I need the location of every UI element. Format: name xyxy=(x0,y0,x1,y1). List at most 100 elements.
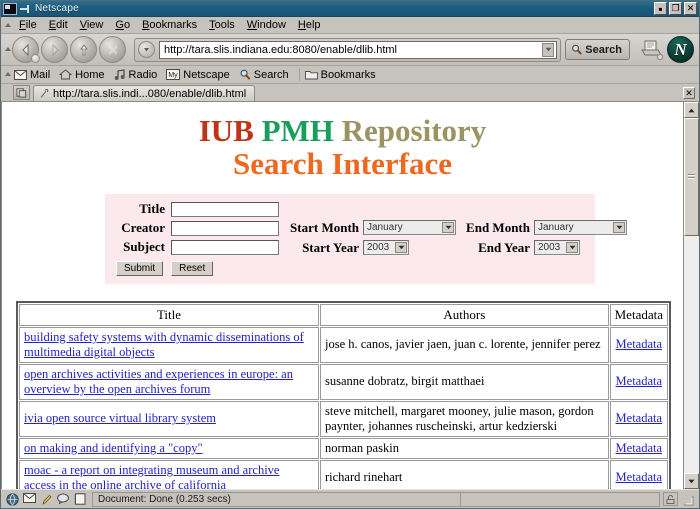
back-arrow-icon xyxy=(21,43,28,56)
browser-window: Netscape ▪ ❐ ✕ FFileile Edit View Go Boo… xyxy=(0,0,700,509)
result-title-link[interactable]: building safety systems with dynamic dis… xyxy=(24,330,304,359)
url-input[interactable]: http://tara.slis.indiana.edu:8080/enable… xyxy=(159,40,558,59)
personal-toolbar-gripper[interactable] xyxy=(3,68,11,81)
minimize-icon: ▪ xyxy=(658,2,663,16)
metadata-link[interactable]: Metadata xyxy=(616,337,663,351)
bookmark-dropdown-icon[interactable] xyxy=(138,41,155,58)
window-resize-grip[interactable] xyxy=(681,492,694,506)
personal-item-radio[interactable]: Radio xyxy=(112,69,165,81)
security-indicator[interactable] xyxy=(663,492,678,506)
url-dropdown-icon[interactable] xyxy=(542,42,555,57)
online-status-icon[interactable] xyxy=(6,492,19,506)
personal-item-label: Mail xyxy=(30,68,51,81)
table-row: building safety systems with dynamic dis… xyxy=(19,326,668,363)
tabbar: http://tara.slis.indi...080/enable/dlib.… xyxy=(1,84,699,102)
back-history-dropdown[interactable] xyxy=(31,54,40,63)
subject-field-label: Subject xyxy=(123,239,165,255)
status-progress-area xyxy=(460,491,660,507)
title-input[interactable] xyxy=(171,201,279,217)
submit-button[interactable]: Submit xyxy=(116,260,164,276)
menu-bookmarks[interactable]: Bookmarks xyxy=(136,18,203,32)
menu-tools[interactable]: Tools xyxy=(203,18,241,32)
scroll-up-button[interactable] xyxy=(684,102,699,118)
minimize-button[interactable]: ▪ xyxy=(654,2,667,15)
stop-x-icon xyxy=(108,45,117,54)
scrollbar-thumb[interactable] xyxy=(684,118,699,236)
creator-field-label: Creator xyxy=(121,220,165,236)
stop-button[interactable] xyxy=(99,36,126,63)
close-icon: ✕ xyxy=(686,3,695,13)
vertical-scrollbar[interactable] xyxy=(683,102,699,489)
content-area: IUB PMH Repository Search Interface Titl… xyxy=(1,102,699,489)
navbar-gripper[interactable] xyxy=(3,43,11,56)
back-button[interactable] xyxy=(12,36,40,63)
chat-icon[interactable] xyxy=(57,493,70,506)
radio-icon xyxy=(114,69,125,80)
personal-item-home[interactable]: Home xyxy=(57,69,111,81)
metadata-link[interactable]: Metadata xyxy=(616,411,663,425)
result-title-link[interactable]: moac - a report on integrating museum an… xyxy=(24,463,279,489)
table-row: ivia open source virtual library system … xyxy=(19,400,668,437)
window-title: Netscape xyxy=(35,3,79,14)
end-month-select[interactable]: January xyxy=(534,220,627,236)
personal-item-mail[interactable]: Mail xyxy=(12,69,57,81)
result-title-link[interactable]: open archives activities and experiences… xyxy=(24,367,293,396)
subject-input[interactable] xyxy=(171,239,279,255)
browser-tab[interactable]: http://tara.slis.indi...080/enable/dlib.… xyxy=(33,85,256,101)
end-year-select[interactable]: 2003 xyxy=(534,240,580,256)
close-button[interactable]: ✕ xyxy=(684,2,697,15)
menu-edit[interactable]: Edit xyxy=(43,18,74,32)
menu-help[interactable]: Help xyxy=(292,18,327,32)
search-button[interactable]: Search xyxy=(565,39,630,60)
chevron-down-icon xyxy=(566,242,578,254)
start-month-select[interactable]: January xyxy=(363,220,456,236)
composer-icon[interactable] xyxy=(40,493,53,506)
maximize-icon: ❐ xyxy=(671,3,680,13)
netscape-logo-icon[interactable]: N xyxy=(667,36,694,63)
tab-list-button[interactable] xyxy=(13,85,30,100)
reset-button[interactable]: Reset xyxy=(171,260,214,276)
menu-go[interactable]: Go xyxy=(109,18,136,32)
reload-icon xyxy=(79,43,88,55)
mail-icon[interactable] xyxy=(23,492,36,506)
window-titlebar: Netscape ▪ ❐ ✕ xyxy=(1,1,699,17)
reload-button[interactable] xyxy=(70,36,97,63)
personal-item-label: Home xyxy=(75,68,105,81)
menu-view[interactable]: View xyxy=(74,18,110,32)
forward-button[interactable] xyxy=(41,36,68,63)
table-header-row: Title Authors Metadata xyxy=(19,303,668,326)
search-icon xyxy=(240,69,250,80)
personal-item-netscape[interactable]: My Netscape xyxy=(164,69,236,81)
mail-icon xyxy=(14,69,27,80)
menubar-gripper[interactable] xyxy=(3,19,11,32)
search-form-date-fields: Start Month January End Month January St… xyxy=(285,200,627,276)
end-month-label: End Month xyxy=(466,219,530,235)
start-year-select[interactable]: 2003 xyxy=(363,240,409,256)
tab-close-button[interactable]: ✕ xyxy=(683,87,695,99)
table-row: on making and identifying a "copy" norma… xyxy=(19,437,668,459)
personal-item-search[interactable]: Search xyxy=(237,69,296,81)
maximize-button[interactable]: ❐ xyxy=(669,2,682,15)
table-row: moac - a report on integrating museum an… xyxy=(19,459,668,489)
search-form: Title Creator Subject Submit Reset Start… xyxy=(105,193,627,284)
start-month-label: Start Month xyxy=(290,219,359,235)
scrollbar-track[interactable] xyxy=(684,118,699,473)
window-menu-icon[interactable] xyxy=(19,3,31,15)
result-authors: richard rinehart xyxy=(320,459,609,489)
navigation-toolbar: http://tara.slis.indiana.edu:8080/enable… xyxy=(1,34,699,66)
menu-file[interactable]: FFileile xyxy=(13,18,43,32)
result-title-link[interactable]: ivia open source virtual library system xyxy=(24,411,216,425)
metadata-link[interactable]: Metadata xyxy=(616,470,663,484)
menu-window[interactable]: Window xyxy=(241,18,292,32)
lock-open-icon xyxy=(666,494,675,504)
scroll-down-button[interactable] xyxy=(684,473,699,489)
addressbook-icon[interactable] xyxy=(74,492,87,506)
metadata-link[interactable]: Metadata xyxy=(616,441,663,455)
personal-item-bookmarks[interactable]: Bookmarks xyxy=(303,69,383,81)
metadata-link[interactable]: Metadata xyxy=(616,374,663,388)
result-title-link[interactable]: on making and identifying a "copy" xyxy=(24,441,203,455)
result-authors: steve mitchell, margaret mooney, julie m… xyxy=(320,400,609,437)
print-icon[interactable] xyxy=(638,38,664,62)
start-year-label: Start Year xyxy=(302,239,359,255)
creator-input[interactable] xyxy=(171,220,279,236)
